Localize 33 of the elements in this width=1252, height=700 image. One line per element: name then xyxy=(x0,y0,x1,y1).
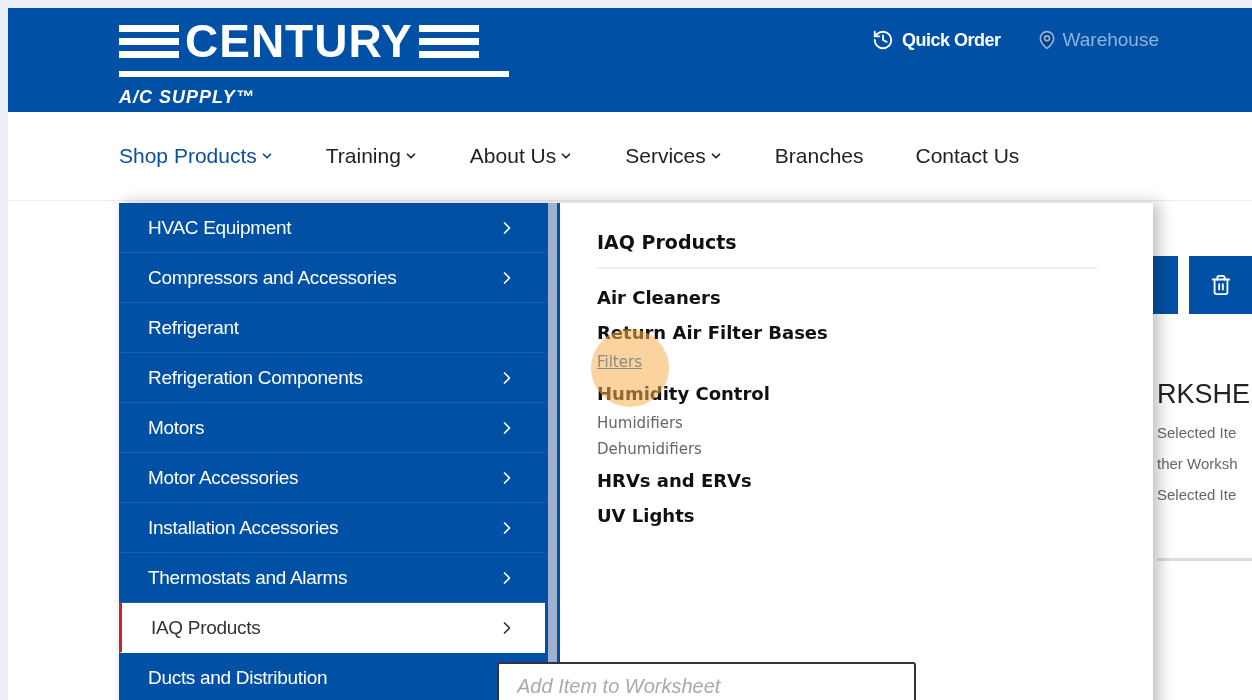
category-link[interactable]: HRVs and ERVs xyxy=(597,470,752,491)
trash-icon xyxy=(1209,274,1232,296)
history-icon xyxy=(872,29,894,51)
menu-item[interactable]: Motor Accessories xyxy=(119,453,545,503)
logo-title: CENTURY xyxy=(185,17,413,64)
category-link[interactable]: Humidity Control xyxy=(597,383,770,404)
nav-item[interactable]: Shop Products xyxy=(119,144,274,168)
menu-item[interactable]: Motors xyxy=(119,403,545,453)
delete-button[interactable] xyxy=(1189,256,1252,314)
worksheet-option: Selected Ite xyxy=(1157,486,1237,503)
worksheet-option: Selected Ite xyxy=(1157,424,1237,441)
category-link[interactable]: Air Cleaners xyxy=(597,287,721,308)
worksheet-option: ther Worksh xyxy=(1157,455,1238,472)
nav-item[interactable]: Branches xyxy=(774,144,864,168)
logo-subtitle: A/C SUPPLY™ xyxy=(119,86,256,108)
quick-order-link[interactable]: Quick Order xyxy=(872,29,1001,51)
subcategory-link[interactable]: Humidifiers xyxy=(597,414,683,432)
category-link[interactable]: UV Lights xyxy=(597,505,695,526)
menu-item[interactable]: Compressors and Accessories xyxy=(119,253,545,303)
submenu-title: IAQ Products xyxy=(597,231,738,253)
nav-item[interactable]: Contact Us xyxy=(915,144,1020,168)
nav-item[interactable]: Training xyxy=(325,144,418,168)
nav-item[interactable]: About Us xyxy=(469,144,574,168)
warehouse-link[interactable]: Warehouse xyxy=(1036,29,1159,51)
category-link[interactable]: Return Air Filter Bases xyxy=(597,322,828,343)
subcategory-link[interactable]: Dehumidifiers xyxy=(597,440,702,458)
scrollbar[interactable] xyxy=(548,203,557,662)
menu-item[interactable]: HVAC Equipment xyxy=(119,203,545,253)
menu-item[interactable]: Installation Accessories xyxy=(119,503,545,553)
nav-item[interactable]: Services xyxy=(625,144,723,168)
page-heading: RKSHE xyxy=(1157,379,1251,410)
menu-item[interactable]: Refrigeration Components xyxy=(119,353,545,403)
menu-item[interactable]: IAQ Products xyxy=(119,603,545,653)
